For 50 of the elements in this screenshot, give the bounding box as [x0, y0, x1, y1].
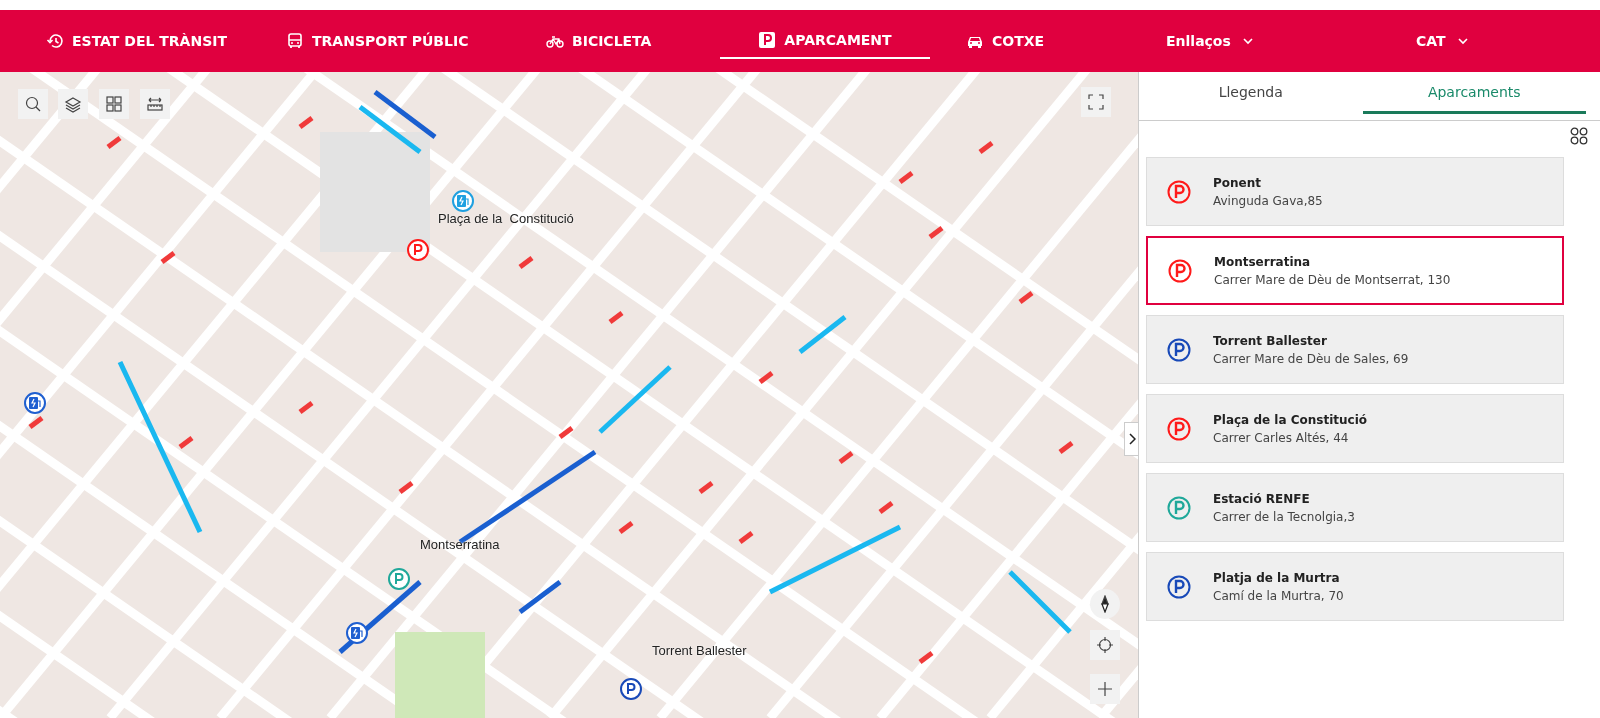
locate-icon [1096, 636, 1114, 654]
parking-address: Carrer Mare de Dèu de Montserrat, 130 [1214, 272, 1451, 287]
parking-card[interactable]: Plaça de la Constitució Carrer Carles Altés, 44 [1146, 394, 1564, 463]
grid-view-icon[interactable] [1570, 127, 1588, 145]
search-button[interactable] [18, 89, 48, 119]
parking-address: Carrer Mare de Dèu de Sales, 69 [1213, 351, 1409, 366]
chevron-icon [1127, 433, 1136, 445]
dropdown-button[interactable]: CAT [1410, 23, 1478, 59]
parking-card[interactable]: Ponent Avinguda Gava,85 [1146, 157, 1564, 226]
parking-address: Camí de la Murtra, 70 [1213, 588, 1344, 603]
parking-name: Plaça de la Constitució [1213, 412, 1368, 427]
parking-name: Platja de la Murtra [1213, 570, 1341, 585]
collapse-button[interactable] [1124, 422, 1138, 456]
parking-address: Carrer de la Tecnolgia,3 [1213, 509, 1355, 524]
parking-card[interactable]: Montserratina Carrer Mare de Dèu de Montserrat, 130 [1146, 236, 1564, 305]
panel-tab[interactable]: Llegenda [1139, 72, 1363, 114]
fullscreen-button[interactable] [1081, 87, 1111, 117]
parking-address: Carrer Carles Altés, 44 [1213, 430, 1350, 445]
locate-button[interactable] [1090, 630, 1120, 660]
nav-link[interactable]: COTXE [960, 23, 1051, 59]
layers-button[interactable] [58, 89, 88, 119]
nav-link[interactable]: ESTAT DEL TRÀNSIT [40, 23, 233, 59]
zoom-in-button[interactable] [1090, 674, 1120, 704]
parking-card[interactable]: Torrent Ballester Carrer Mare de Dèu de Sales, 69 [1146, 315, 1564, 384]
nav-link[interactable]: APARCAMENT [720, 23, 930, 59]
parking-address: Avinguda Gava,85 [1213, 193, 1323, 208]
measure-icon [146, 95, 164, 113]
nav-link[interactable]: TRANSPORT PÚBLIC [280, 23, 475, 59]
panel-tab[interactable]: Aparcaments [1362, 72, 1586, 114]
nav-link[interactable]: BICICLETA [540, 23, 658, 59]
parking-card[interactable]: Estació RENFE Carrer de la Tecnolgia,3 [1146, 473, 1564, 542]
parking-icon [758, 31, 777, 49]
dropdown-button[interactable]: Enllaços [1160, 23, 1263, 59]
parking-name: Estació RENFE [1213, 491, 1311, 506]
measure-button[interactable] [140, 89, 170, 119]
bus-icon [286, 32, 304, 50]
basemap-gallery-button[interactable] [99, 89, 129, 119]
history-icon [46, 32, 64, 50]
fullscreen-icon [1087, 93, 1105, 111]
layers-icon [64, 95, 82, 113]
parking-name: Montserratina [1214, 254, 1312, 269]
place-label: Plaça de la Constitució [438, 211, 574, 226]
parking-name: Ponent [1213, 175, 1262, 190]
parking-card[interactable]: Platja de la Murtra Camí de la Murtra, 70 [1146, 552, 1564, 621]
parking-name: Torrent Ballester [1213, 333, 1328, 348]
basemap-gallery-icon [105, 95, 123, 113]
place-label: Montserratina [420, 537, 500, 552]
search-icon [24, 95, 42, 113]
zoom-in-icon [1096, 680, 1114, 698]
place-label: Torrent Ballester [652, 643, 747, 658]
